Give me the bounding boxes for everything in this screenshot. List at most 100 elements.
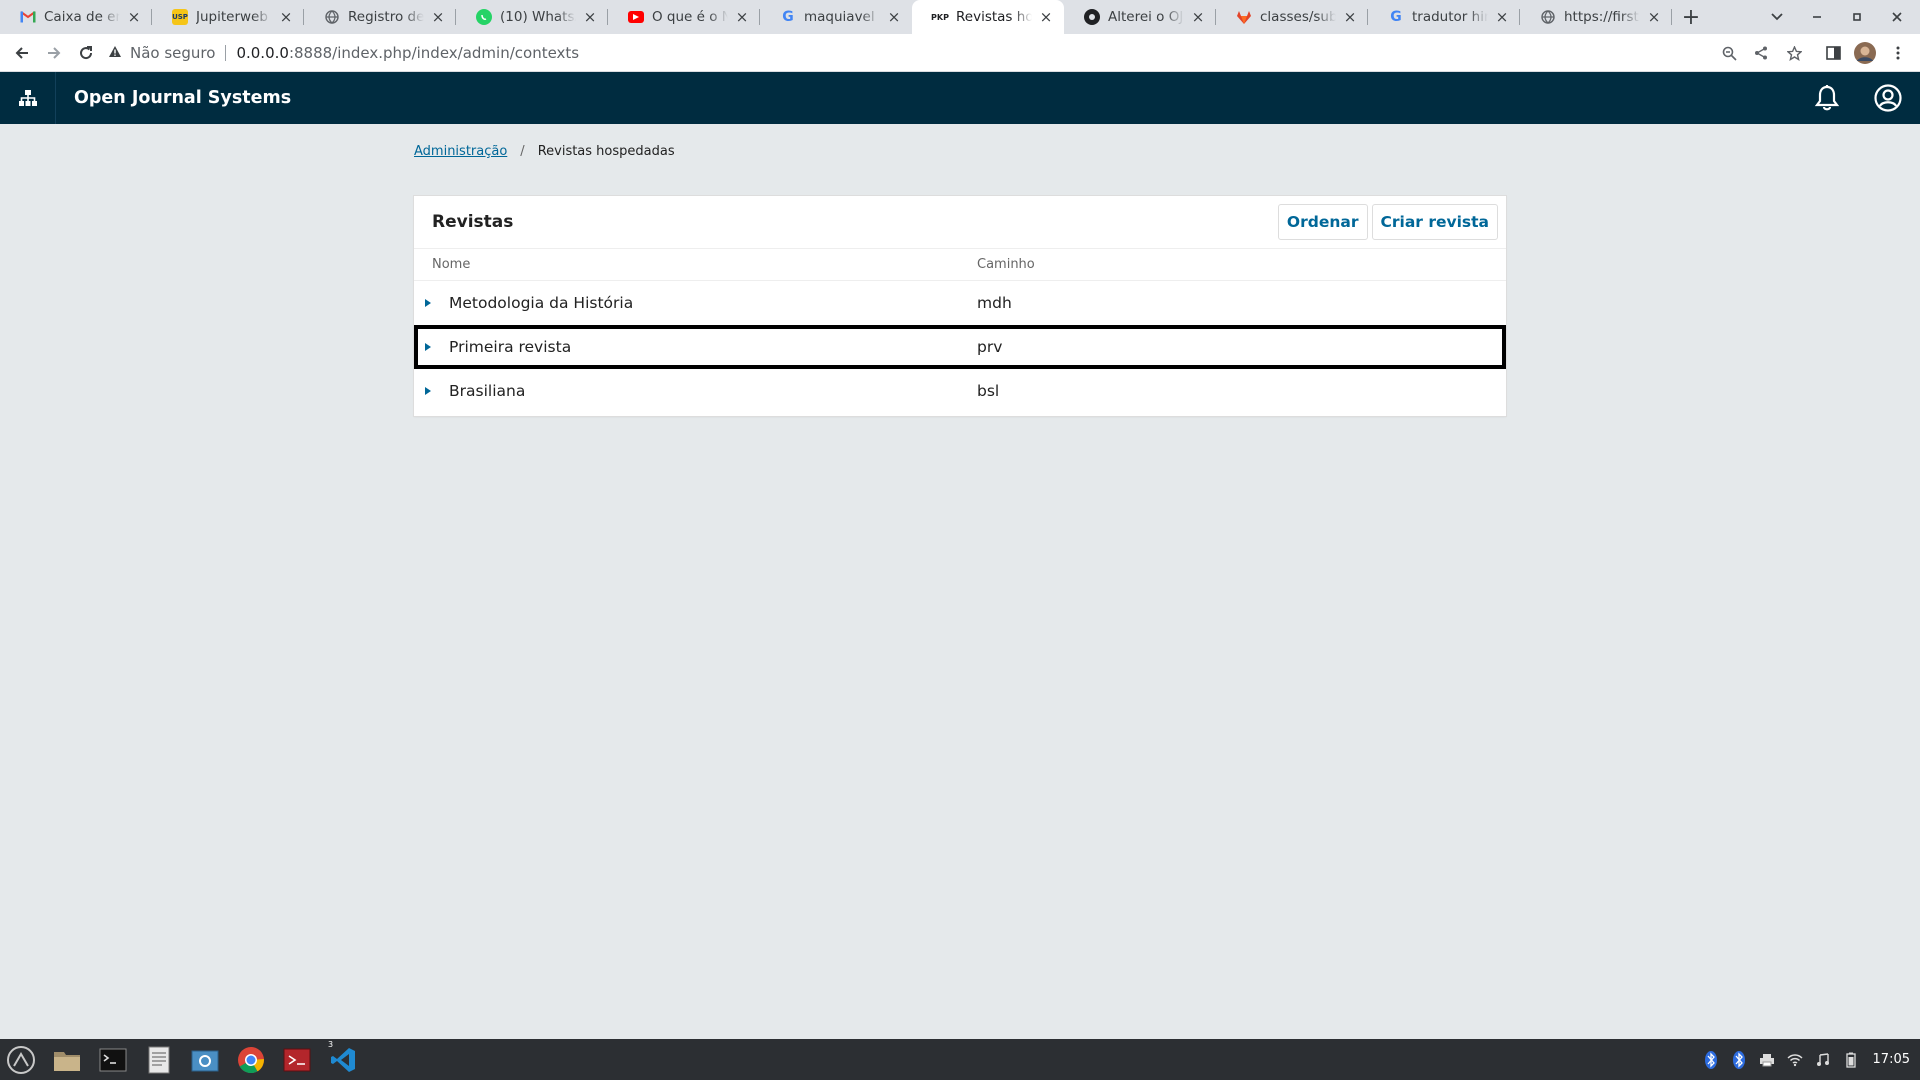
new-tab-button[interactable]: + [1676,0,1706,34]
share-icon[interactable] [1746,38,1776,68]
printer-icon[interactable] [1753,1039,1781,1080]
browser-tab[interactable]: USP Jupiterweb × [152,0,304,34]
file-manager-icon[interactable] [48,1042,86,1078]
notifications-bell-icon[interactable] [1801,72,1853,124]
browser-tab[interactable]: G maquiavel - Pesquisa × [760,0,912,34]
bluetooth-icon[interactable] [1697,1039,1725,1080]
journal-name: Primeira revista [449,338,572,356]
browser-tab[interactable]: Registro de Pontos × [304,0,456,34]
side-panel-icon[interactable] [1818,38,1848,68]
close-window-icon[interactable] [1880,0,1914,34]
google-icon: G [782,9,794,25]
expand-caret-icon[interactable] [424,298,432,308]
tab-title: Revistas hospedadas [956,9,1032,25]
breadcrumb: Administração / Revistas hospedadas [414,144,675,159]
column-header-name: Nome [432,257,471,272]
table-row[interactable]: Metodologia da História mdh [414,281,1506,325]
vscode-icon[interactable]: 3 [324,1039,362,1078]
app-header: Open Journal Systems [0,72,1920,124]
back-arrow-icon[interactable] [6,37,38,69]
tab-close-icon[interactable]: × [430,9,446,25]
vscode-window-count-badge: 3 [328,1039,334,1049]
globe-icon [324,9,340,25]
bookmark-star-icon[interactable] [1779,38,1809,68]
tab-title: classes/subscription [1260,9,1336,25]
tab-title: Registro de Pontos [348,9,424,25]
breadcrumb-current: Revistas hospedadas [537,144,675,159]
url-host: 0.0.0.0 [236,44,289,62]
reload-icon[interactable] [70,37,102,69]
panel-title: Revistas [432,212,514,232]
tab-title: maquiavel - Pesquisa [804,9,880,25]
browser-tab[interactable]: O que é o NEO × [608,0,760,34]
security-status[interactable]: Não seguro [130,44,215,62]
screenshot-tool-icon[interactable] [186,1042,224,1078]
battery-icon[interactable] [1837,1039,1865,1080]
wifi-icon[interactable] [1781,1039,1809,1080]
order-button[interactable]: Ordenar [1277,204,1368,240]
breadcrumb-link-administracao[interactable]: Administração [414,144,507,159]
zoom-icon[interactable] [1714,38,1744,68]
browser-tab-active[interactable]: PKP Revistas hospedadas × [912,0,1064,34]
profile-avatar[interactable] [1850,38,1880,68]
tab-close-icon[interactable]: × [1494,9,1510,25]
forward-arrow-icon[interactable] [38,37,70,69]
journal-path: prv [977,338,1003,356]
tab-close-icon[interactable]: × [582,9,598,25]
system-tray: 17:05 [1697,1039,1920,1080]
url-path: :8888/index.php/index/admin/contexts [288,44,580,62]
globe-icon [1540,9,1556,25]
sitemap-icon[interactable] [0,72,56,124]
minimize-icon[interactable] [1800,0,1834,34]
tab-close-icon[interactable]: × [1190,9,1206,25]
table-row[interactable]: Brasiliana bsl [414,369,1506,413]
tab-title: Jupiterweb [196,9,268,25]
browser-menu-icon[interactable] [1883,38,1913,68]
github-icon [1084,9,1100,25]
browser-tab[interactable]: https://firstmonday × [1520,0,1672,34]
gmail-icon [20,9,36,25]
maximize-icon[interactable] [1840,0,1874,34]
create-journal-button[interactable]: Criar revista [1371,204,1498,240]
tab-close-icon[interactable]: × [734,9,750,25]
panel-header: Revistas Ordenar Criar revista [414,196,1506,249]
tab-search-icon[interactable] [1760,0,1794,34]
journals-panel: Revistas Ordenar Criar revista Nome Cami… [414,196,1506,416]
tab-title: Alterei o OJS.md [1108,9,1184,25]
tab-close-icon[interactable]: × [126,9,142,25]
tab-close-icon[interactable]: × [278,9,294,25]
tab-close-icon[interactable]: × [886,9,902,25]
browser-tab[interactable]: G tradutor hindi × [1368,0,1520,34]
journal-name: Brasiliana [449,382,526,400]
bluetooth-icon[interactable] [1725,1039,1753,1080]
chrome-icon[interactable] [232,1042,270,1078]
terminal-icon[interactable] [94,1042,132,1078]
user-account-icon[interactable] [1862,72,1914,124]
whatsapp-icon [476,9,492,25]
address-bar[interactable]: Não seguro 0.0.0.0 :8888/index.php/index… [108,38,1778,68]
address-divider [225,45,227,61]
app-title[interactable]: Open Journal Systems [74,88,291,108]
tab-close-icon[interactable]: × [1342,9,1358,25]
tab-close-icon[interactable]: × [1038,9,1054,25]
text-editor-icon[interactable] [140,1042,178,1078]
browser-toolbar: Não seguro 0.0.0.0 :8888/index.php/index… [0,34,1920,72]
start-menu-icon[interactable] [2,1042,40,1078]
red-app-icon[interactable] [278,1042,316,1078]
expand-caret-icon[interactable] [424,342,432,352]
browser-tab[interactable]: (10) WhatsApp × [456,0,608,34]
browser-tab[interactable]: Caixa de entrada × [0,0,152,34]
os-taskbar: 3 17:05 [0,1039,1920,1080]
tab-title: O que é o NEO [652,9,728,25]
usp-icon: USP [172,9,188,25]
tab-close-icon[interactable]: × [1646,9,1662,25]
browser-tab[interactable]: Alterei o OJS.md × [1064,0,1216,34]
taskbar-clock[interactable]: 17:05 [1873,1052,1910,1067]
column-header-path: Caminho [977,257,1035,272]
browser-tab[interactable]: classes/subscription × [1216,0,1368,34]
journal-name: Metodologia da História [449,294,634,312]
table-row-focused[interactable]: Primeira revista prv [414,325,1506,369]
expand-caret-icon[interactable] [424,386,432,396]
volume-icon[interactable] [1809,1039,1837,1080]
tab-title: (10) WhatsApp [500,9,576,25]
